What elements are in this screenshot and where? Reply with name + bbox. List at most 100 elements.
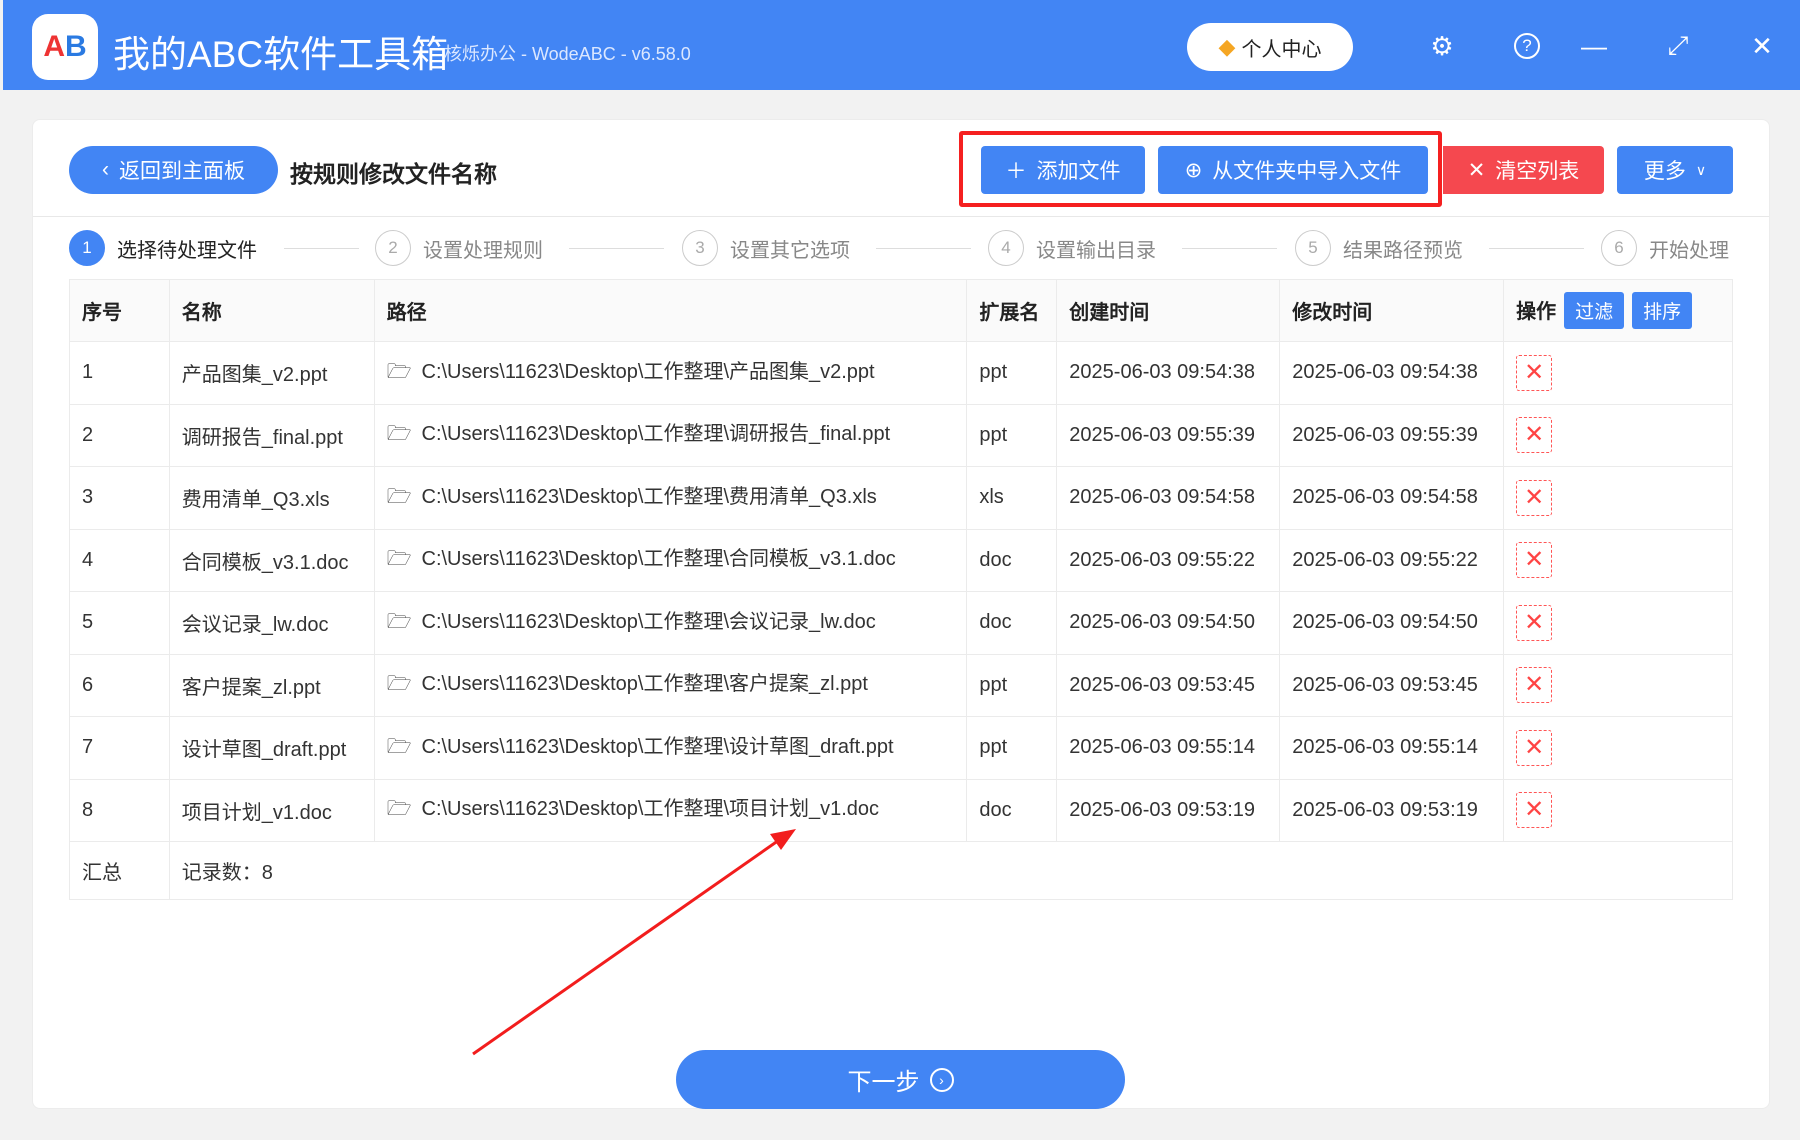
close-icon[interactable]: ✕ <box>1742 26 1782 66</box>
next-label: 下一步 <box>847 1069 920 1096</box>
path-text: C:\Users\11623\Desktop\工作整理\项目计划_v1.doc <box>421 798 880 821</box>
delete-row-icon[interactable]: ✕ <box>1516 792 1553 829</box>
row-name: 调研报告_final.ppt <box>168 403 375 467</box>
folder-icon[interactable]: 🗁 <box>387 544 412 578</box>
path-text: C:\Users\11623\Desktop\工作整理\会议记录_lw.doc <box>421 610 876 633</box>
table-row[interactable]: 2 调研报告_final.ppt 🗁 C:\Users\11623\Desktop… <box>69 403 1733 467</box>
record-count: 记录数：8 <box>168 841 1734 900</box>
row-modified: 2025-06-03 09:55:22 <box>1279 528 1505 592</box>
table-row[interactable]: 8 项目计划_v1.doc 🗁 C:\Users\11623\Desktop\工作… <box>69 778 1733 842</box>
row-ext: doc <box>966 591 1058 655</box>
clear-list-button[interactable]: ✕ 清空列表 <box>1443 146 1604 194</box>
import-folder-button[interactable]: ⊕ 从文件夹中导入文件 <box>1158 146 1428 194</box>
sort-button[interactable]: 排序 <box>1632 292 1693 329</box>
row-index: 3 <box>69 466 170 530</box>
table-row[interactable]: 5 会议记录_lw.doc 🗁 C:\Users\11623\Desktop\工作… <box>69 591 1733 655</box>
row-index: 5 <box>69 591 170 655</box>
step-label: 结果路径预览 <box>1343 239 1463 262</box>
row-path: 🗁 C:\Users\11623\Desktop\工作整理\调研报告_final.… <box>373 403 968 467</box>
table-row[interactable]: 3 费用清单_Q3.xls 🗁 C:\Users\11623\Desktop\工作… <box>69 466 1733 530</box>
chevron-left-icon: ‹ <box>102 158 109 181</box>
step-number: 2 <box>375 230 411 266</box>
path-text: C:\Users\11623\Desktop\工作整理\产品图集_v2.ppt <box>421 360 875 383</box>
summary-label: 汇总 <box>69 841 170 900</box>
row-action: ✕ <box>1503 403 1733 467</box>
folder-icon[interactable]: 🗁 <box>387 482 412 516</box>
row-action: ✕ <box>1503 528 1733 592</box>
col-created: 创建时间 <box>1056 279 1281 342</box>
row-modified: 2025-06-03 09:55:39 <box>1279 403 1505 467</box>
row-ext: xls <box>966 466 1058 530</box>
help-icon[interactable]: ? <box>1507 26 1547 66</box>
delete-row-icon[interactable]: ✕ <box>1516 417 1553 454</box>
row-path: 🗁 C:\Users\11623\Desktop\工作整理\会议记录_lw.doc <box>373 591 968 655</box>
delete-row-icon[interactable]: ✕ <box>1516 542 1553 579</box>
row-index: 7 <box>69 716 170 780</box>
maximize-icon[interactable]: ⤢ <box>1658 26 1698 66</box>
step-5: 5 结果路径预览 <box>1295 230 1463 266</box>
row-path: 🗁 C:\Users\11623\Desktop\工作整理\设计草图_draft.… <box>373 716 968 780</box>
personal-center-button[interactable]: ◆ 个人中心 <box>1187 23 1353 71</box>
step-number: 4 <box>988 230 1024 266</box>
step-number: 3 <box>682 230 718 266</box>
personal-center-label: 个人中心 <box>1241 38 1322 61</box>
delete-row-icon[interactable]: ✕ <box>1516 479 1553 516</box>
title-bar: AB 我的ABC软件工具箱 核烁办公 - WodeABC - v6.58.0 ◆… <box>3 0 1800 90</box>
step-number: 5 <box>1295 230 1331 266</box>
step-label: 设置其它选项 <box>730 239 850 262</box>
row-modified: 2025-06-03 09:55:14 <box>1279 716 1505 780</box>
folder-icon[interactable]: 🗁 <box>387 669 412 703</box>
folder-icon[interactable]: 🗁 <box>387 607 412 641</box>
add-file-button[interactable]: ＋ 添加文件 <box>981 146 1145 194</box>
next-step-button[interactable]: 下一步 › <box>676 1050 1125 1109</box>
step-4: 4 设置输出目录 <box>988 230 1156 266</box>
folder-icon[interactable]: 🗁 <box>387 794 412 828</box>
settings-gear-icon[interactable]: ⚙ <box>1422 26 1462 66</box>
row-index: 1 <box>69 341 170 405</box>
col-index: 序号 <box>69 279 170 342</box>
row-created: 2025-06-03 09:54:58 <box>1056 466 1281 530</box>
row-modified: 2025-06-03 09:53:45 <box>1279 653 1505 717</box>
row-modified: 2025-06-03 09:54:58 <box>1279 466 1505 530</box>
back-to-main-button[interactable]: ‹ 返回到主面板 <box>69 146 278 194</box>
app-subtitle: 核烁办公 - WodeABC - v6.58.0 <box>444 44 691 64</box>
table-row[interactable]: 7 设计草图_draft.ppt 🗁 C:\Users\11623\Desktop… <box>69 716 1733 780</box>
row-path: 🗁 C:\Users\11623\Desktop\工作整理\费用清单_Q3.xls <box>373 466 968 530</box>
vip-gem-icon: ◆ <box>1218 34 1236 59</box>
table-row[interactable]: 4 合同模板_v3.1.doc 🗁 C:\Users\11623\Desktop\… <box>69 528 1733 592</box>
step-label: 设置处理规则 <box>423 239 543 262</box>
page-title: 按规则修改文件名称 <box>290 161 497 187</box>
path-text: C:\Users\11623\Desktop\工作整理\调研报告_final.p… <box>421 423 891 446</box>
folder-icon[interactable]: 🗁 <box>387 357 412 391</box>
delete-row-icon[interactable]: ✕ <box>1516 604 1553 641</box>
delete-row-icon[interactable]: ✕ <box>1516 667 1553 704</box>
col-name: 名称 <box>168 279 375 342</box>
row-created: 2025-06-03 09:54:50 <box>1056 591 1281 655</box>
import-folder-label: 从文件夹中导入文件 <box>1212 160 1402 183</box>
row-ext: ppt <box>966 403 1058 467</box>
row-created: 2025-06-03 09:53:19 <box>1056 778 1281 842</box>
divider <box>33 216 1769 217</box>
step-indicator: 1 选择待处理文件 2 设置处理规则 3 设置其它选项 4 设置输出目录 5 结果路径预览… <box>69 230 1733 266</box>
table-row[interactable]: 6 客户提案_zl.ppt 🗁 C:\Users\11623\Desktop\工作… <box>69 653 1733 717</box>
folder-icon[interactable]: 🗁 <box>387 419 412 453</box>
path-text: C:\Users\11623\Desktop\工作整理\客户提案_zl.ppt <box>421 673 868 696</box>
delete-row-icon[interactable]: ✕ <box>1516 354 1553 391</box>
row-name: 产品图集_v2.ppt <box>168 341 375 405</box>
delete-row-icon[interactable]: ✕ <box>1516 729 1553 766</box>
table-header: 序号 名称 路径 扩展名 创建时间 修改时间 操作 过滤 排序 <box>69 279 1733 342</box>
minimize-icon[interactable]: — <box>1574 26 1614 66</box>
row-name: 项目计划_v1.doc <box>168 778 375 842</box>
folder-icon[interactable]: 🗁 <box>387 732 412 766</box>
more-dropdown-button[interactable]: 更多 ∨ <box>1617 146 1733 194</box>
row-ext: doc <box>966 528 1058 592</box>
clear-list-label: 清空列表 <box>1495 160 1580 183</box>
row-name: 费用清单_Q3.xls <box>168 466 375 530</box>
filter-button[interactable]: 过滤 <box>1564 292 1625 329</box>
row-action: ✕ <box>1503 591 1733 655</box>
table-row[interactable]: 1 产品图集_v2.ppt 🗁 C:\Users\11623\Desktop\工作… <box>69 341 1733 405</box>
row-modified: 2025-06-03 09:54:38 <box>1279 341 1505 405</box>
row-action: ✕ <box>1503 466 1733 530</box>
row-index: 2 <box>69 403 170 467</box>
row-name: 合同模板_v3.1.doc <box>168 528 375 592</box>
